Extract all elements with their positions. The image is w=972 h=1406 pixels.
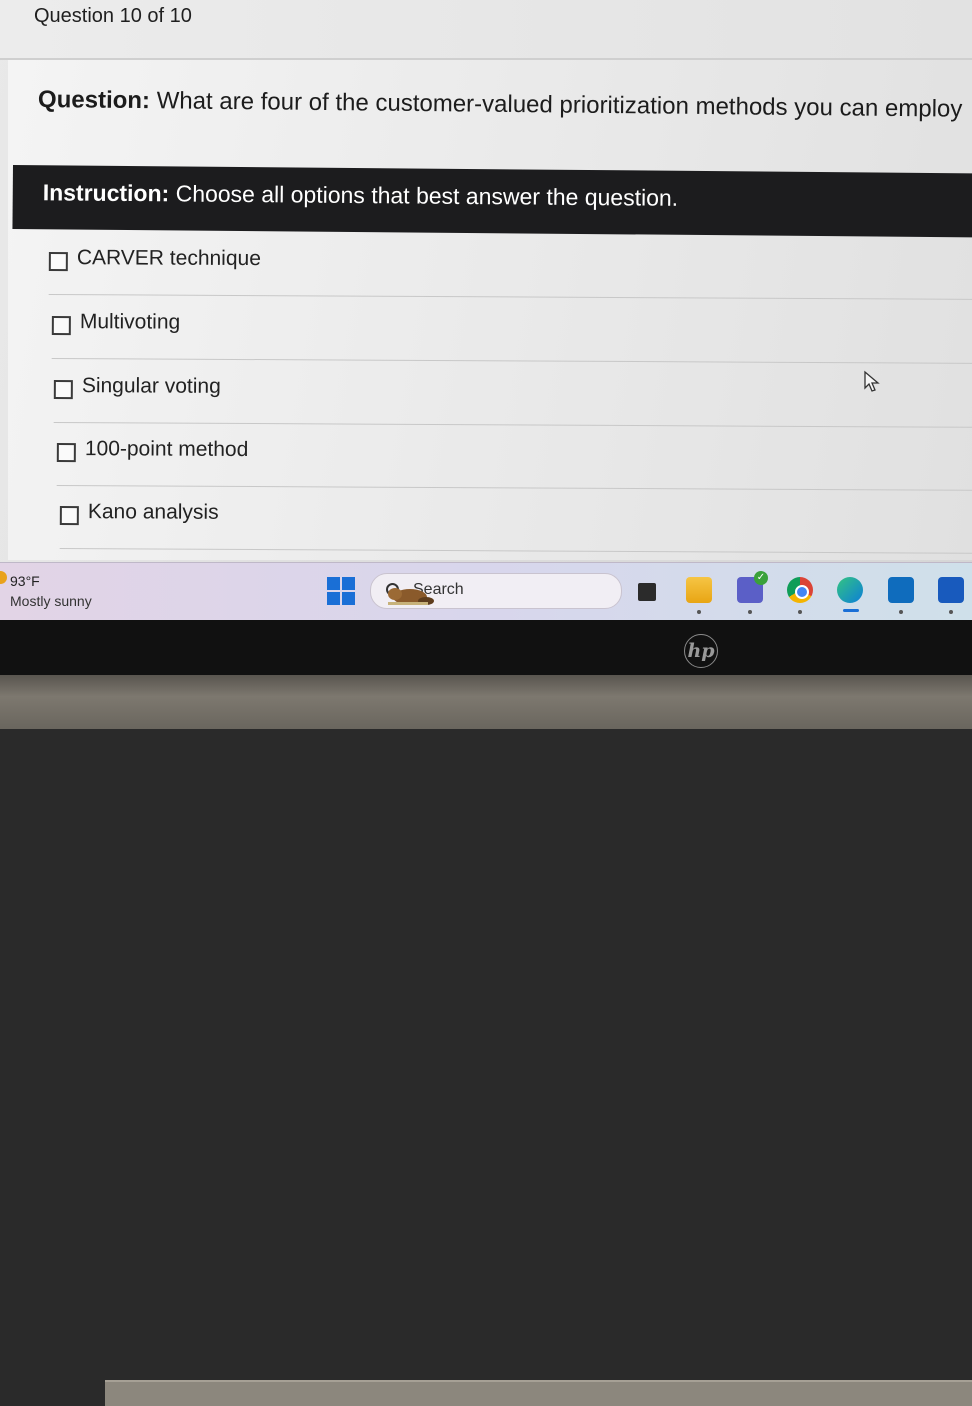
checkbox[interactable]: [56, 442, 76, 463]
option-multivoting[interactable]: Multivoting: [51, 296, 972, 365]
app-running-indicator: [949, 610, 953, 614]
app-running-indicator: [798, 610, 802, 614]
outlook-icon[interactable]: [888, 577, 914, 603]
laptop-bezel: hp: [0, 620, 972, 675]
weather-temperature[interactable]: 93°F: [10, 573, 40, 589]
checkbox[interactable]: [53, 379, 73, 400]
file-explorer-icon[interactable]: [686, 577, 712, 603]
question-counter: Question 10 of 10: [34, 5, 192, 27]
checkmark-badge-icon: ✓: [754, 571, 768, 585]
app-running-indicator: [748, 610, 752, 614]
app-running-indicator: [697, 610, 701, 614]
option-singular-voting[interactable]: Singular voting: [53, 360, 972, 429]
checkbox[interactable]: [48, 251, 68, 272]
quiz-header: Question 10 of 10: [0, 0, 972, 60]
instruction-body: Choose all options that best answer the …: [169, 180, 679, 211]
option-label: Singular voting: [81, 374, 221, 398]
edge-icon[interactable]: [837, 577, 863, 603]
hp-logo: hp: [684, 634, 718, 668]
instruction-bar: Instruction: Choose all options that bes…: [12, 165, 972, 238]
option-label: Kano analysis: [87, 500, 219, 524]
instruction-text: Instruction: Choose all options that bes…: [43, 179, 679, 212]
option-carver-technique[interactable]: CARVER technique: [48, 232, 972, 301]
task-view-icon[interactable]: [638, 583, 656, 601]
option-kano-analysis[interactable]: Kano analysis: [59, 486, 972, 555]
search-highlight-beaver-icon: [388, 588, 434, 605]
word-icon[interactable]: [938, 577, 964, 603]
monitor-screen: Question 10 of 10 Question: What are fou…: [0, 0, 972, 620]
option-label: Multivoting: [79, 310, 181, 334]
weather-description[interactable]: Mostly sunny: [10, 593, 92, 609]
weather-icon[interactable]: [0, 571, 7, 584]
question-label: Question:: [37, 86, 151, 115]
checkbox[interactable]: [59, 505, 79, 526]
chrome-center-icon: [795, 585, 809, 599]
active-app-indicator: [843, 609, 859, 612]
instruction-label: Instruction:: [42, 179, 170, 207]
option-label: 100-point method: [84, 437, 249, 462]
laptop-keyboard-deck: [0, 675, 972, 1406]
mouse-cursor-icon: [864, 370, 880, 392]
keyboard-edge: [105, 1380, 972, 1406]
checkbox[interactable]: [51, 315, 71, 336]
windows-start-icon[interactable]: [327, 577, 355, 605]
option-100-point-method[interactable]: 100-point method: [56, 423, 972, 492]
taskbar-search[interactable]: Search: [370, 573, 622, 609]
app-running-indicator: [899, 610, 903, 614]
windows-taskbar: 93°F Mostly sunny Search ✓: [0, 562, 972, 620]
option-label: CARVER technique: [76, 246, 261, 271]
